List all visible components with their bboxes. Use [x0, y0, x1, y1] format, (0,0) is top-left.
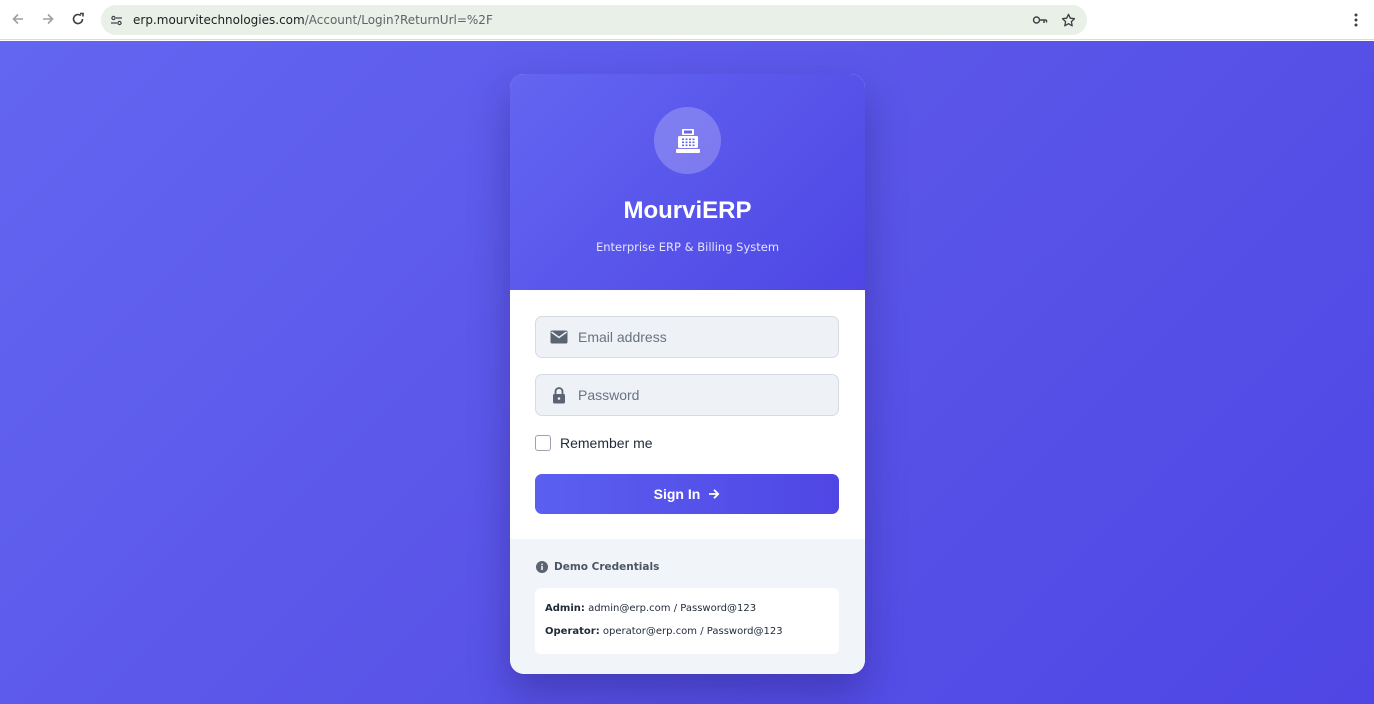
- url-path: /Account/Login?ReturnUrl=%2F: [304, 13, 493, 27]
- brand-title: MourviERP: [623, 197, 752, 224]
- demo-title-text: Demo Credentials: [554, 561, 660, 573]
- remember-checkbox[interactable]: [535, 435, 551, 451]
- browser-toolbar: erp.mourvitechnologies.com/Account/Login…: [0, 0, 1374, 40]
- brand-tagline: Enterprise ERP & Billing System: [595, 240, 780, 254]
- email-field[interactable]: [535, 316, 839, 358]
- forward-button[interactable]: [37, 8, 59, 30]
- email-input[interactable]: [578, 317, 838, 357]
- credential-role: Operator:: [545, 626, 600, 637]
- demo-title: Demo Credentials: [536, 561, 659, 573]
- url-text[interactable]: erp.mourvitechnologies.com/Account/Login…: [133, 13, 1031, 27]
- info-circle-icon: [536, 561, 548, 573]
- reload-icon: [72, 12, 84, 25]
- browser-menu-button[interactable]: [1346, 10, 1366, 30]
- back-arrow-icon: [12, 13, 23, 25]
- bookmark-star-icon[interactable]: [1059, 11, 1077, 29]
- credential-value: operator@erp.com / Password@123: [602, 626, 783, 637]
- credential-admin: Admin: admin@erp.com / Password@123: [545, 603, 756, 614]
- site-info-icon[interactable]: [109, 13, 123, 27]
- demo-credentials-box: Admin: admin@erp.com / Password@123 Oper…: [535, 588, 839, 654]
- password-field[interactable]: [535, 374, 839, 416]
- credential-value: admin@erp.com / Password@123: [588, 603, 757, 614]
- envelope-icon: [549, 327, 569, 347]
- forward-arrow-icon: [43, 13, 54, 25]
- sign-in-button[interactable]: Sign In: [535, 474, 839, 514]
- logo-badge: [654, 107, 721, 174]
- credential-role: Admin:: [545, 603, 585, 614]
- credential-operator: Operator: operator@erp.com / Password@12…: [545, 626, 783, 637]
- card-header: MourviERP Enterprise ERP & Billing Syste…: [510, 74, 865, 290]
- sign-in-label: Sign In: [653, 486, 701, 502]
- back-button[interactable]: [7, 8, 29, 30]
- arrow-right-icon: [709, 489, 720, 499]
- kebab-menu-icon: [1354, 13, 1358, 27]
- password-input[interactable]: [578, 375, 838, 415]
- lock-icon: [549, 385, 569, 405]
- address-bar[interactable]: erp.mourvitechnologies.com/Account/Login…: [101, 5, 1087, 35]
- demo-credentials-panel: Demo Credentials Admin: admin@erp.com / …: [510, 539, 865, 674]
- login-page: MourviERP Enterprise ERP & Billing Syste…: [0, 41, 1374, 704]
- remember-label[interactable]: Remember me: [560, 435, 653, 451]
- url-host: erp.mourvitechnologies.com: [133, 13, 305, 27]
- cash-register-icon: [675, 128, 700, 153]
- remember-me[interactable]: Remember me: [535, 434, 653, 452]
- reload-button[interactable]: [67, 8, 89, 30]
- login-card: MourviERP Enterprise ERP & Billing Syste…: [510, 74, 865, 674]
- password-key-icon[interactable]: [1031, 11, 1049, 29]
